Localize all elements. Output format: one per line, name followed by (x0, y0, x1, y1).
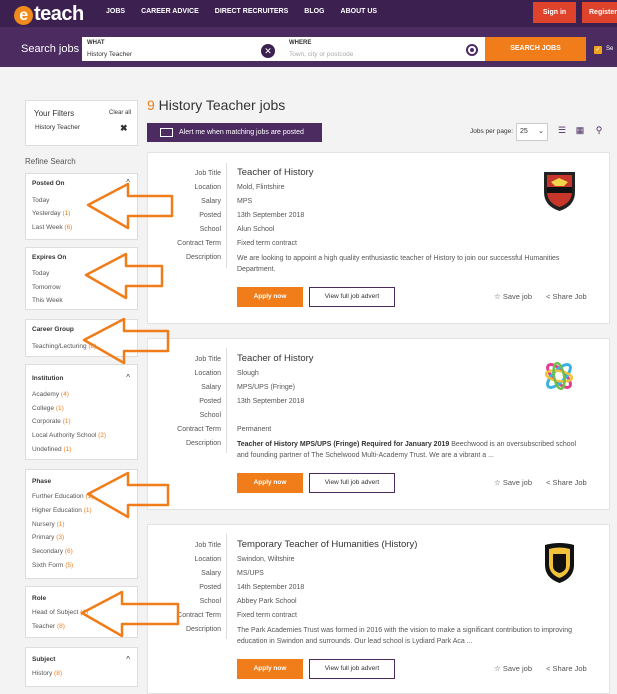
arrow-role (80, 590, 180, 638)
arrow-posted-on (86, 182, 174, 230)
annotation-arrows (80, 182, 180, 638)
arrow-phase (86, 471, 170, 519)
arrow-career-group (82, 317, 170, 365)
arrow-expires-on (84, 252, 164, 300)
